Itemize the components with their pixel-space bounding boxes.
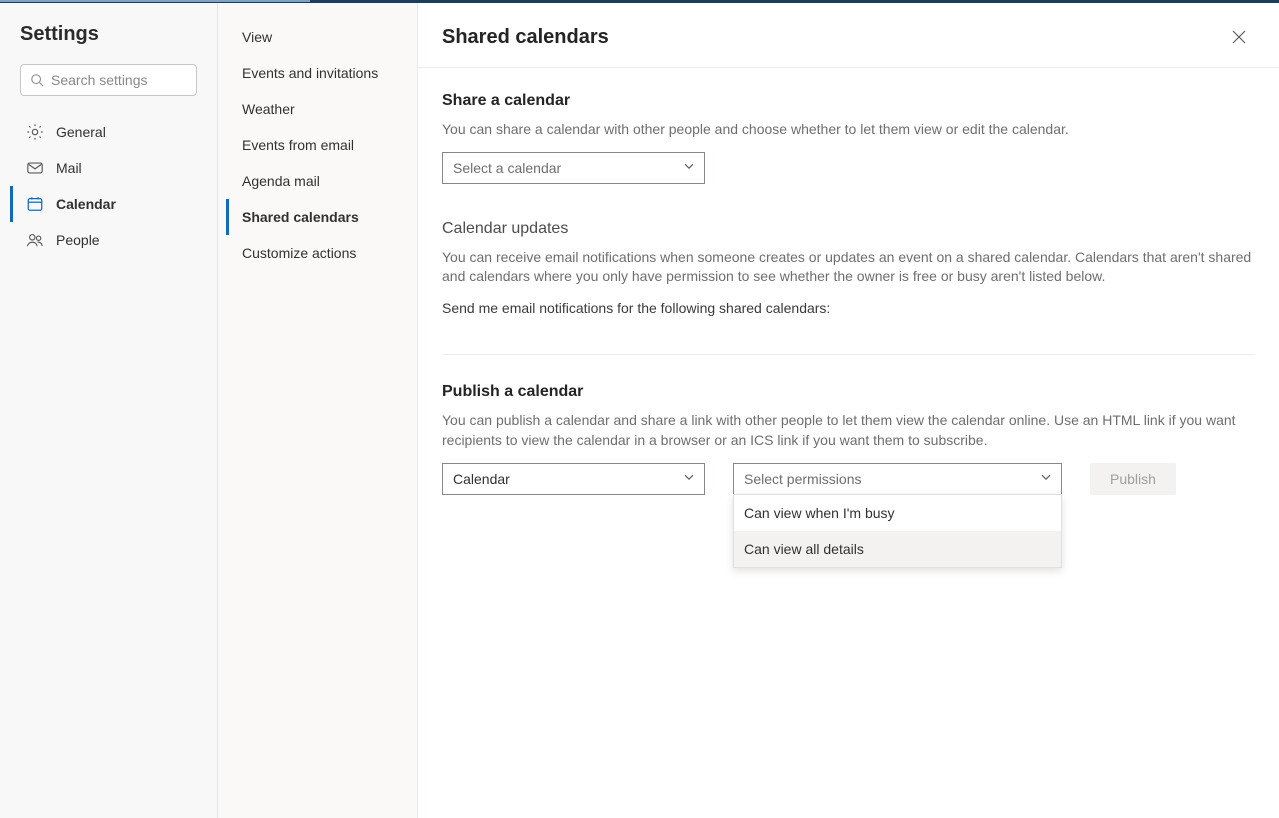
publish-button[interactable]: Publish bbox=[1090, 463, 1176, 495]
subnav-view-label: View bbox=[242, 29, 272, 45]
close-icon bbox=[1232, 30, 1246, 44]
calendar-updates-section: Calendar updates You can receive email n… bbox=[442, 220, 1255, 319]
publish-permissions-select[interactable]: Select permissions bbox=[733, 463, 1062, 495]
subnav-events-from-email-label: Events from email bbox=[242, 137, 354, 153]
share-calendar-section: Share a calendar You can share a calenda… bbox=[442, 92, 1255, 184]
subnav-agenda-mail[interactable]: Agenda mail bbox=[226, 163, 409, 199]
publish-description: You can publish a calendar and share a l… bbox=[442, 411, 1255, 450]
share-calendar-select[interactable]: Select a calendar bbox=[442, 152, 705, 184]
calendar-icon bbox=[26, 195, 44, 213]
close-button[interactable] bbox=[1223, 21, 1255, 53]
permissions-option-view-all[interactable]: Can view all details bbox=[734, 531, 1061, 567]
nav-people-label: People bbox=[56, 232, 100, 248]
share-description: You can share a calendar with other peop… bbox=[442, 120, 1255, 140]
settings-main: Shared calendars Share a calendar You ca… bbox=[418, 3, 1279, 818]
subnav-events-invitations-label: Events and invitations bbox=[242, 65, 378, 81]
subnav-customize-actions-label: Customize actions bbox=[242, 245, 356, 261]
settings-search-wrap bbox=[20, 64, 197, 96]
updates-prompt: Send me email notifications for the foll… bbox=[442, 299, 1255, 319]
publish-calendar-section: Publish a calendar You can publish a cal… bbox=[442, 354, 1255, 494]
updates-heading: Calendar updates bbox=[442, 220, 1255, 238]
nav-general[interactable]: General bbox=[10, 114, 207, 150]
nav-general-label: General bbox=[56, 124, 106, 140]
subnav-weather[interactable]: Weather bbox=[226, 91, 409, 127]
chevron-down-icon bbox=[683, 159, 695, 175]
permissions-option-view-busy[interactable]: Can view when I'm busy bbox=[734, 495, 1061, 531]
people-icon bbox=[26, 231, 44, 249]
subnav-view[interactable]: View bbox=[226, 19, 409, 55]
subnav-shared-calendars[interactable]: Shared calendars bbox=[226, 199, 409, 235]
chevron-down-icon bbox=[1040, 470, 1052, 486]
topbar-accent bbox=[0, 0, 310, 2]
gear-icon bbox=[26, 123, 44, 141]
chevron-down-icon bbox=[683, 470, 695, 486]
permissions-dropdown: Can view when I'm busy Can view all deta… bbox=[733, 494, 1062, 568]
publish-permissions-placeholder: Select permissions bbox=[744, 471, 862, 487]
main-body: Share a calendar You can share a calenda… bbox=[418, 68, 1279, 818]
calendar-subnav: View Events and invitations Weather Even… bbox=[226, 19, 409, 271]
subnav-shared-calendars-label: Shared calendars bbox=[242, 209, 359, 225]
settings-subnav: View Events and invitations Weather Even… bbox=[218, 3, 418, 818]
subnav-weather-label: Weather bbox=[242, 101, 295, 117]
settings-search-input[interactable] bbox=[20, 64, 197, 96]
permissions-option-view-all-label: Can view all details bbox=[744, 541, 864, 557]
publish-calendar-select-value: Calendar bbox=[453, 471, 510, 487]
subnav-customize-actions[interactable]: Customize actions bbox=[226, 235, 409, 271]
settings-app: Settings General bbox=[0, 3, 1279, 818]
nav-calendar-label: Calendar bbox=[56, 196, 116, 212]
share-heading: Share a calendar bbox=[442, 92, 1255, 110]
page-title: Shared calendars bbox=[442, 26, 609, 49]
nav-mail-label: Mail bbox=[56, 160, 82, 176]
publish-permissions-wrap: Select permissions Can view when I'm bus… bbox=[733, 463, 1062, 495]
nav-calendar[interactable]: Calendar bbox=[10, 186, 207, 222]
search-icon bbox=[30, 73, 44, 87]
publish-controls-row: Calendar Select permissions bbox=[442, 463, 1255, 495]
settings-title: Settings bbox=[10, 23, 207, 46]
publish-calendar-select[interactable]: Calendar bbox=[442, 463, 705, 495]
settings-categories: General Mail bbox=[10, 114, 207, 258]
settings-sidebar: Settings General bbox=[0, 3, 218, 818]
subnav-events-from-email[interactable]: Events from email bbox=[226, 127, 409, 163]
updates-description: You can receive email notifications when… bbox=[442, 248, 1255, 287]
nav-mail[interactable]: Mail bbox=[10, 150, 207, 186]
subnav-agenda-mail-label: Agenda mail bbox=[242, 173, 320, 189]
subnav-events-invitations[interactable]: Events and invitations bbox=[226, 55, 409, 91]
main-header: Shared calendars bbox=[418, 3, 1279, 68]
permissions-option-view-busy-label: Can view when I'm busy bbox=[744, 505, 895, 521]
share-calendar-select-label: Select a calendar bbox=[453, 160, 561, 176]
mail-icon bbox=[26, 159, 44, 177]
nav-people[interactable]: People bbox=[10, 222, 207, 258]
publish-heading: Publish a calendar bbox=[442, 383, 1255, 401]
